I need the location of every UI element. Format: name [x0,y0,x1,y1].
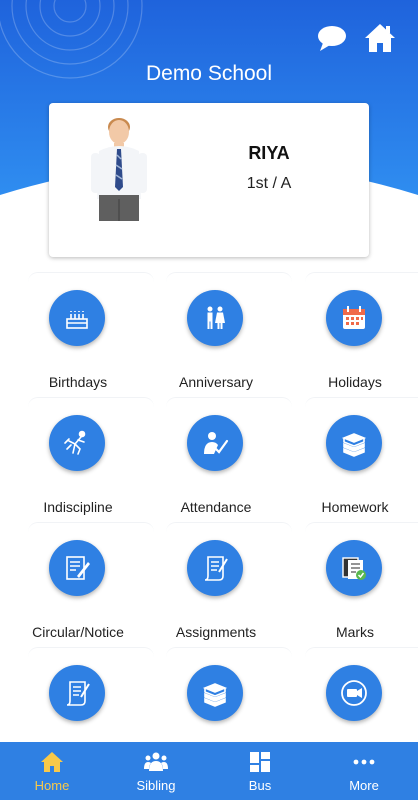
tile-marks[interactable]: Marks [305,522,418,646]
tile-circular-notice[interactable]: Circular/Notice [28,522,154,646]
tile-label: Homework [321,499,389,515]
tile-label: Marks [335,624,375,640]
student-name: RIYA [248,143,290,163]
chat-bubble-icon[interactable] [316,22,348,54]
calendar-icon [326,290,382,346]
grid-icon [250,752,270,772]
tile-assignment-2[interactable] [28,647,154,742]
student-profile-card[interactable]: RIYA 1st / A [49,103,369,257]
books-icon [326,415,382,471]
nav-more[interactable]: More [312,742,416,800]
tile-attendance[interactable]: Attendance [166,397,292,521]
nav-home[interactable]: Home [0,742,104,800]
nav-label: Home [34,778,70,793]
tile-label: Holidays [328,374,382,390]
more-dots-icon [353,759,375,765]
tile-homework[interactable]: Homework [305,397,418,521]
notice-icon [49,540,105,596]
nav-label: Bus [248,778,272,793]
couple-icon [187,290,243,346]
tile-assignments[interactable]: Assignments [166,522,292,646]
tile-video[interactable] [305,647,418,742]
tile-indiscipline[interactable]: Indiscipline [28,397,154,521]
tile-label: Circular/Notice [32,624,124,640]
scroll-icon [187,540,243,596]
attendance-check-icon [187,415,243,471]
home-icon[interactable] [364,22,396,54]
student-class: 1st / A [246,175,292,192]
video-camera-icon [326,665,382,721]
tile-holidays[interactable]: Holidays [305,272,418,396]
home-icon [41,752,63,772]
student-avatar [87,115,151,223]
nav-label: Sibling [136,778,176,793]
nav-sibling[interactable]: Sibling [104,742,208,800]
tile-label: Assignments [175,624,257,640]
bottom-navigation: Home Sibling Bus More [0,742,418,800]
tile-label: Attendance [180,499,252,515]
fighting-icon [49,415,105,471]
app-title: Demo School [145,62,273,85]
birthday-cake-icon [49,290,105,346]
tile-label: Anniversary [179,374,253,390]
books-icon [187,665,243,721]
marks-certificate-icon [326,540,382,596]
tile-label: Indiscipline [43,499,113,515]
tile-label: Birthdays [48,374,108,390]
nav-label: More [349,778,379,793]
tile-birthdays[interactable]: Birthdays [28,272,154,396]
people-icon [144,752,168,771]
tile-books[interactable] [166,647,292,742]
nav-bus[interactable]: Bus [208,742,312,800]
tile-anniversary[interactable]: Anniversary [166,272,292,396]
feature-grid: Birthdays Anniversary Holidays Indiscipl… [0,272,418,742]
scroll-icon [49,665,105,721]
